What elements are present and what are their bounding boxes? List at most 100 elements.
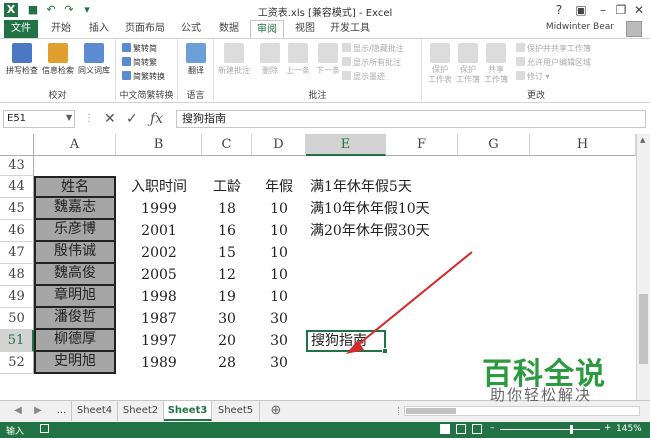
track-changes-button[interactable]: 修订 ▾ bbox=[516, 70, 550, 83]
next-comment-button[interactable]: 下一条 bbox=[316, 43, 340, 76]
chinese-convert-button[interactable]: 简繁转换 bbox=[122, 70, 165, 83]
zoom-slider[interactable] bbox=[500, 429, 600, 430]
table-cell-name[interactable]: 章明旭 bbox=[34, 286, 116, 308]
column-header[interactable]: F bbox=[386, 134, 458, 156]
cancel-icon[interactable]: ✕ bbox=[104, 111, 116, 127]
table-cell-years[interactable]: 28 bbox=[202, 352, 252, 374]
row-header[interactable]: 44 bbox=[0, 176, 34, 198]
table-cell-name[interactable]: 乐彦博 bbox=[34, 220, 116, 242]
note-cell[interactable]: 满10年休年假10天 bbox=[310, 198, 430, 220]
table-cell-leave[interactable]: 10 bbox=[252, 198, 306, 220]
table-cell-date[interactable]: 1987 bbox=[116, 308, 202, 330]
tab-review[interactable]: 审阅 bbox=[250, 20, 284, 38]
table-cell-leave[interactable]: 30 bbox=[252, 330, 306, 352]
tab-formulas[interactable]: 公式 bbox=[174, 20, 208, 38]
table-cell-leave[interactable]: 10 bbox=[252, 286, 306, 308]
table-cell-name[interactable]: 潘俊哲 bbox=[34, 308, 116, 330]
table-cell-years[interactable]: 12 bbox=[202, 264, 252, 286]
column-header[interactable]: H bbox=[530, 134, 636, 156]
table-cell-name[interactable]: 柳德厚 bbox=[34, 330, 116, 352]
note-cell[interactable]: 满20年休年假30天 bbox=[310, 220, 430, 242]
table-cell-name[interactable]: 殷伟诚 bbox=[34, 242, 116, 264]
table-cell-date[interactable]: 1999 bbox=[116, 198, 202, 220]
row-header[interactable]: 43 bbox=[0, 156, 34, 176]
tab-file[interactable]: 文件 bbox=[4, 20, 38, 38]
show-ink-button[interactable]: 显示墨迹 bbox=[342, 70, 385, 83]
scroll-up-icon[interactable]: ▲ bbox=[640, 136, 645, 144]
add-sheet-icon[interactable]: ⊕ bbox=[264, 401, 288, 421]
row-header[interactable]: 46 bbox=[0, 220, 34, 242]
table-cell-leave[interactable]: 10 bbox=[252, 264, 306, 286]
research-button[interactable]: 信息检索 bbox=[42, 43, 74, 76]
translate-button[interactable]: 翻译 bbox=[184, 43, 208, 76]
select-all-corner[interactable] bbox=[0, 134, 34, 156]
note-cell[interactable]: 满1年休年假5天 bbox=[310, 176, 412, 198]
row-header[interactable]: 52 bbox=[0, 352, 34, 374]
table-cell-name[interactable]: 魏嘉志 bbox=[34, 198, 116, 220]
fill-handle[interactable] bbox=[382, 348, 388, 354]
sheet-tab-sheet5[interactable]: Sheet5 bbox=[212, 401, 260, 421]
sheet-tab-sheet3[interactable]: Sheet3 bbox=[164, 401, 212, 421]
table-cell-years[interactable]: 20 bbox=[202, 330, 252, 352]
column-header-selected[interactable]: E bbox=[306, 134, 386, 156]
formula-input[interactable]: 搜狗指南 bbox=[176, 110, 646, 128]
zoom-in-icon[interactable]: + bbox=[604, 423, 612, 433]
close-button[interactable]: ✕ bbox=[626, 0, 650, 20]
table-cell-date[interactable]: 2005 bbox=[116, 264, 202, 286]
table-cell-date[interactable]: 2001 bbox=[116, 220, 202, 242]
previous-comment-button[interactable]: 上一条 bbox=[286, 43, 310, 76]
avatar[interactable] bbox=[626, 21, 642, 37]
table-cell-leave[interactable]: 10 bbox=[252, 242, 306, 264]
column-header[interactable]: A bbox=[34, 134, 116, 156]
table-cell-date[interactable]: 1998 bbox=[116, 286, 202, 308]
column-header[interactable]: C bbox=[202, 134, 252, 156]
table-cell-name[interactable]: 魏高俊 bbox=[34, 264, 116, 286]
show-all-comments-button[interactable]: 显示所有批注 bbox=[342, 56, 401, 69]
sheet-tab-sheet2[interactable]: Sheet2 bbox=[118, 401, 164, 421]
column-header[interactable]: D bbox=[252, 134, 306, 156]
sheet-tab-sheet4[interactable]: Sheet4 bbox=[72, 401, 118, 421]
table-cell-leave[interactable]: 30 bbox=[252, 308, 306, 330]
table-cell-years[interactable]: 16 bbox=[202, 220, 252, 242]
header-leave[interactable]: 年假 bbox=[252, 176, 306, 198]
table-cell-name[interactable]: 史明旭 bbox=[34, 352, 116, 374]
page-break-view-icon[interactable] bbox=[472, 424, 482, 434]
active-cell-e51[interactable]: 搜狗指南 bbox=[306, 330, 386, 352]
prev-sheet-icon[interactable]: ◀ bbox=[10, 401, 26, 421]
table-cell-date[interactable]: 2002 bbox=[116, 242, 202, 264]
zoom-out-icon[interactable]: – bbox=[490, 423, 495, 433]
protect-share-button[interactable]: 保护并共享工作簿 bbox=[516, 42, 591, 55]
simp-to-trad-button[interactable]: 简转繁 bbox=[122, 56, 157, 69]
table-cell-years[interactable]: 19 bbox=[202, 286, 252, 308]
row-header[interactable]: 49 bbox=[0, 286, 34, 308]
spell-check-button[interactable]: 拼写检查 bbox=[6, 43, 38, 76]
column-header[interactable]: G bbox=[458, 134, 530, 156]
table-cell-years[interactable]: 15 bbox=[202, 242, 252, 264]
header-years[interactable]: 工龄 bbox=[202, 176, 252, 198]
table-cell-leave[interactable]: 10 bbox=[252, 220, 306, 242]
row-header-selected[interactable]: 51 bbox=[0, 330, 34, 352]
row-header[interactable]: 50 bbox=[0, 308, 34, 330]
tab-data[interactable]: 数据 bbox=[212, 20, 246, 38]
tab-developer[interactable]: 开发工具 bbox=[326, 20, 374, 38]
tab-page-layout[interactable]: 页面布局 bbox=[120, 20, 170, 38]
column-header[interactable]: B bbox=[116, 134, 202, 156]
table-cell-years[interactable]: 30 bbox=[202, 308, 252, 330]
next-sheet-icon[interactable]: ▶ bbox=[30, 401, 46, 421]
table-cell-years[interactable]: 18 bbox=[202, 198, 252, 220]
thesaurus-button[interactable]: 同义词库 bbox=[78, 43, 110, 76]
show-hide-comment-button[interactable]: 显示/隐藏批注 bbox=[342, 42, 404, 55]
tab-insert[interactable]: 插入 bbox=[82, 20, 116, 38]
row-header[interactable]: 45 bbox=[0, 198, 34, 220]
name-box[interactable]: E51 bbox=[3, 110, 75, 128]
new-comment-button[interactable]: 新建批注 bbox=[218, 43, 250, 76]
table-cell-date[interactable]: 1997 bbox=[116, 330, 202, 352]
enter-icon[interactable]: ✓ bbox=[126, 111, 138, 127]
tab-home[interactable]: 开始 bbox=[44, 20, 78, 38]
zoom-level[interactable]: 145% bbox=[616, 424, 642, 434]
table-cell-date[interactable]: 1989 bbox=[116, 352, 202, 374]
normal-view-icon[interactable] bbox=[440, 424, 450, 434]
macro-record-icon[interactable] bbox=[40, 424, 49, 433]
tab-view[interactable]: 视图 bbox=[288, 20, 322, 38]
zoom-slider-thumb[interactable] bbox=[570, 425, 573, 434]
